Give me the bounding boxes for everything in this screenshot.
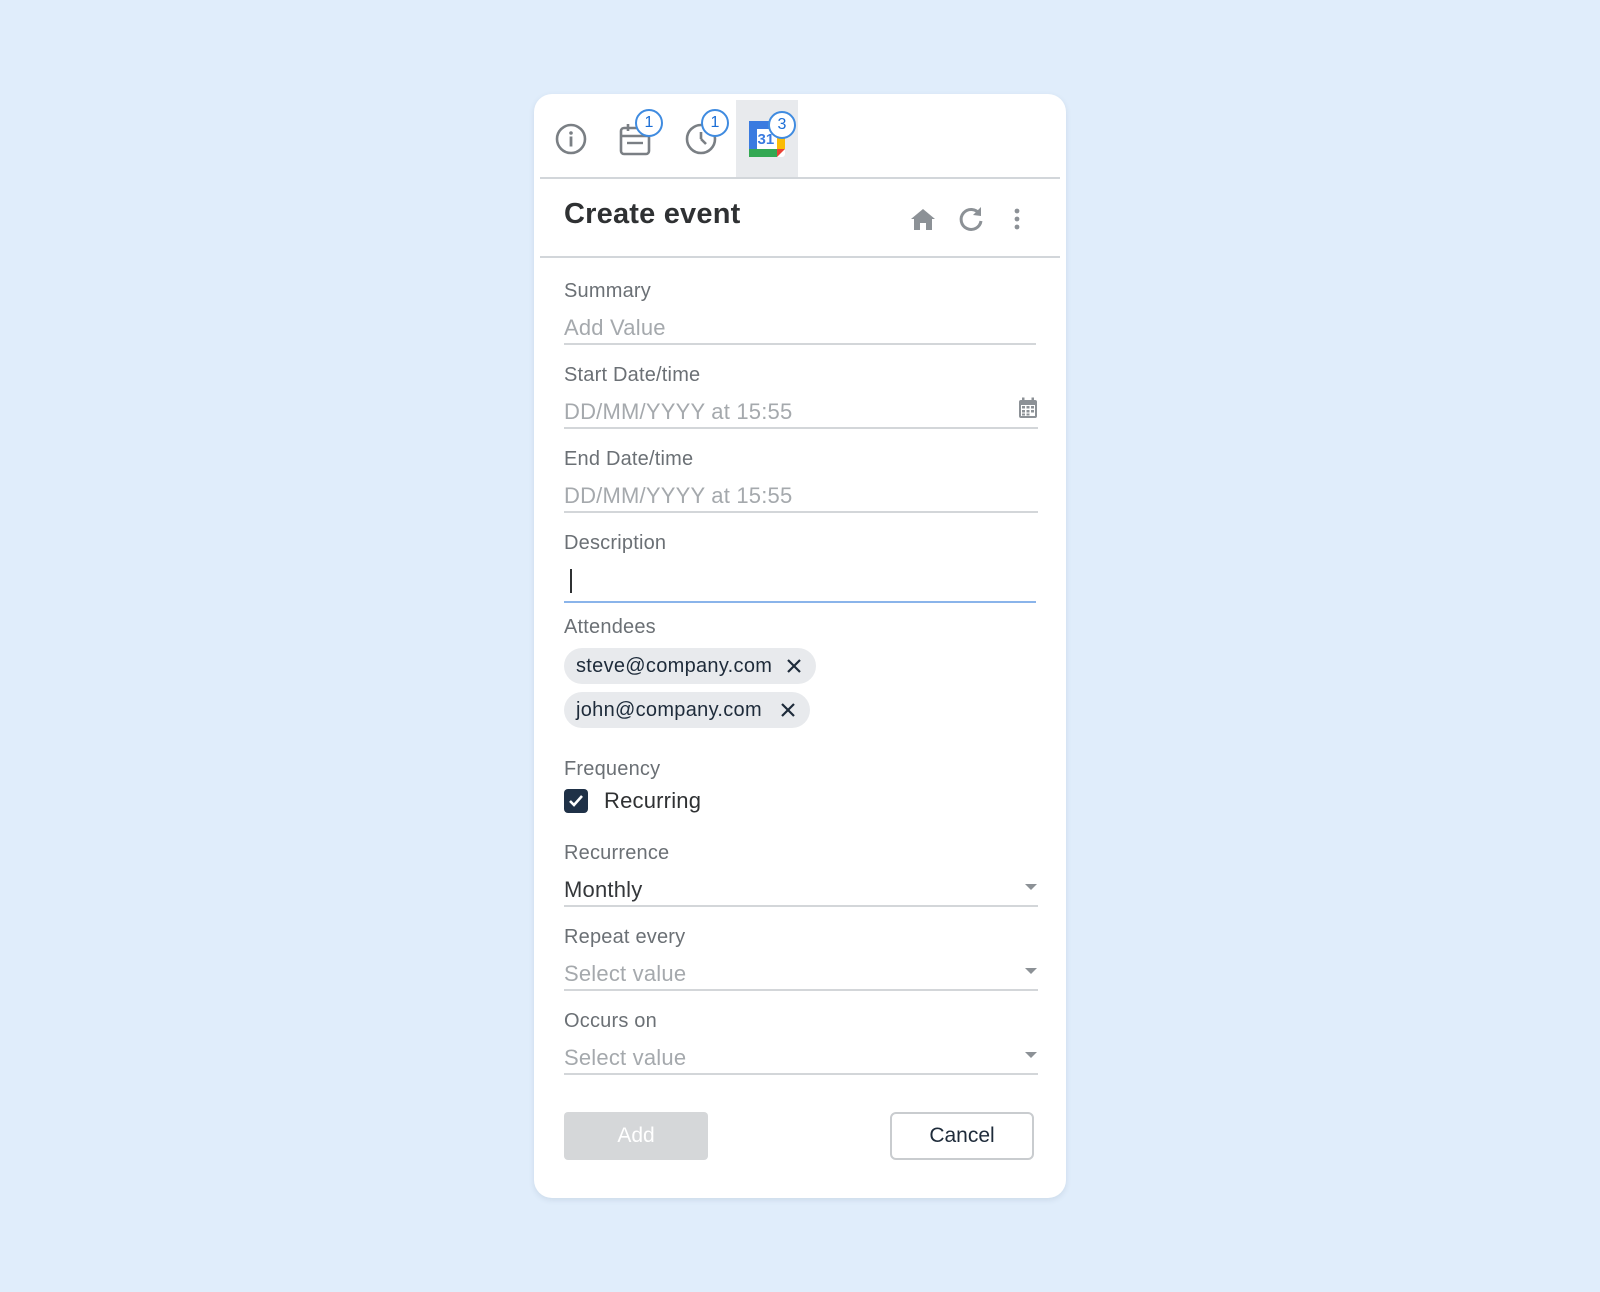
more-vertical-icon — [1014, 208, 1020, 230]
end-datetime-field: End Date/time DD/MM/YYYY at 15:55 — [564, 448, 1038, 513]
attendee-chip-text: steve@company.com — [576, 654, 773, 677]
occurs-on-field: Occurs on Select value — [564, 1010, 1038, 1075]
create-event-panel: 1 1 31 3 Create event Summary Add Value … — [534, 94, 1066, 1198]
end-datetime-placeholder: DD/MM/YYYY at 15:55 — [564, 483, 793, 508]
panel-header: Create event — [540, 180, 1060, 258]
repeat-every-label: Repeat every — [564, 926, 686, 948]
calendar-badge: 1 — [635, 109, 663, 137]
recurrence-field: Recurrence Monthly — [564, 842, 1038, 907]
recurrence-value: Monthly — [564, 877, 643, 902]
recurring-checkbox[interactable] — [564, 789, 588, 813]
occurs-on-select[interactable]: Select value — [564, 1037, 1038, 1075]
tab-google-calendar[interactable]: 31 3 — [736, 100, 798, 177]
remove-attendee-button[interactable] — [778, 700, 798, 720]
attendees-label: Attendees — [564, 616, 656, 638]
attendee-chip-text: john@company.com — [576, 698, 762, 721]
summary-label: Summary — [564, 280, 651, 302]
end-datetime-label: End Date/time — [564, 448, 694, 470]
repeat-every-select[interactable]: Select value — [564, 953, 1038, 991]
description-input[interactable] — [564, 559, 1036, 603]
chevron-down-icon — [1025, 884, 1037, 890]
description-field: Description — [564, 532, 1036, 603]
tab-calendar[interactable]: 1 — [604, 100, 666, 177]
calendar-grid-icon[interactable] — [1018, 397, 1038, 419]
page-title: Create event — [564, 198, 741, 230]
occurs-on-placeholder: Select value — [564, 1045, 687, 1070]
start-datetime-placeholder: DD/MM/YYYY at 15:55 — [564, 399, 793, 424]
remove-attendee-button[interactable] — [784, 656, 804, 676]
close-icon — [781, 703, 795, 717]
add-button[interactable]: Add — [564, 1112, 708, 1160]
recurring-checkbox-row[interactable]: Recurring — [564, 788, 701, 814]
frequency-field: Frequency Recurring — [564, 758, 1036, 818]
tab-info[interactable] — [540, 100, 602, 177]
summary-field: Summary Add Value — [564, 280, 1036, 345]
summary-placeholder: Add Value — [564, 315, 666, 340]
close-icon — [787, 659, 801, 673]
description-label: Description — [564, 532, 667, 554]
recurrence-label: Recurrence — [564, 842, 670, 864]
chevron-down-icon — [1025, 1052, 1037, 1058]
clock-badge: 1 — [701, 109, 729, 137]
recurring-label: Recurring — [604, 788, 702, 813]
occurs-on-label: Occurs on — [564, 1010, 657, 1032]
more-options-button[interactable] — [1002, 204, 1032, 234]
info-icon — [555, 123, 587, 154]
frequency-label: Frequency — [564, 758, 661, 780]
refresh-icon — [959, 207, 983, 231]
repeat-every-placeholder: Select value — [564, 961, 687, 986]
start-datetime-field: Start Date/time DD/MM/YYYY at 15:55 — [564, 364, 1038, 429]
summary-input[interactable]: Add Value — [564, 307, 1036, 345]
tab-clock[interactable]: 1 — [670, 100, 732, 177]
refresh-button[interactable] — [956, 204, 986, 234]
text-cursor — [570, 569, 572, 593]
recurrence-select[interactable]: Monthly — [564, 869, 1038, 907]
tab-bar: 1 1 31 3 — [540, 100, 1060, 179]
attendee-chip: steve@company.com — [564, 648, 817, 684]
start-datetime-input[interactable]: DD/MM/YYYY at 15:55 — [564, 391, 1038, 429]
checkmark-icon — [569, 795, 583, 807]
start-datetime-label: Start Date/time — [564, 364, 701, 386]
end-datetime-input[interactable]: DD/MM/YYYY at 15:55 — [564, 475, 1038, 513]
google-calendar-badge: 3 — [768, 111, 796, 139]
attendees-field: Attendees steve@company.com john@company… — [564, 616, 1036, 736]
home-icon — [911, 209, 935, 230]
attendee-chip: john@company.com — [564, 692, 810, 728]
repeat-every-field: Repeat every Select value — [564, 926, 1038, 991]
chevron-down-icon — [1025, 968, 1037, 974]
home-button[interactable] — [908, 204, 938, 234]
cancel-button[interactable]: Cancel — [890, 1112, 1034, 1160]
